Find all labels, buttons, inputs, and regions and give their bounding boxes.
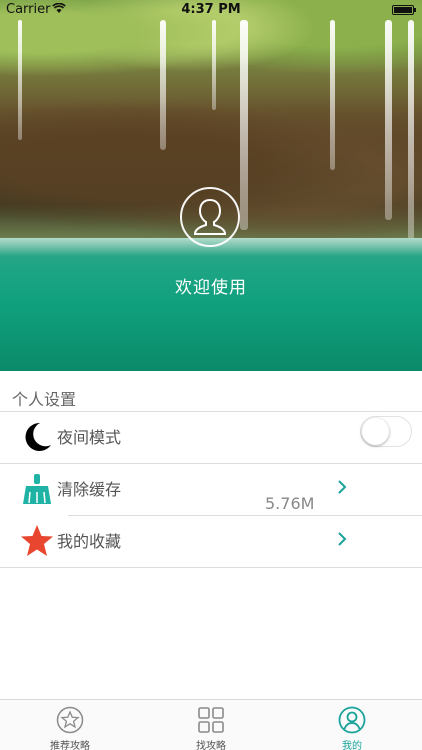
header-background-image: 欢迎使用 [0, 0, 422, 371]
tab-label: 找攻略 [196, 741, 226, 750]
tab-recommended-guides[interactable]: 推荐攻略 [0, 700, 140, 750]
tab-find-guides[interactable]: 找攻略 [141, 700, 281, 750]
toggle-knob [362, 418, 389, 445]
tab-mine[interactable]: 我的 [282, 700, 422, 750]
settings-row-label: 夜间模式 [57, 428, 122, 447]
tab-bar: 推荐攻略 找攻略 我的 [0, 699, 422, 750]
chevron-right-icon [338, 532, 347, 546]
broom-icon [23, 474, 51, 504]
status-time: 4:37 PM [181, 2, 241, 17]
chevron-right-icon [338, 480, 347, 494]
section-title: 个人设置 [12, 390, 77, 409]
user-avatar-icon [193, 198, 227, 235]
tab-label: 推荐攻略 [50, 741, 90, 750]
user-avatar[interactable] [180, 187, 240, 247]
battery-icon [392, 5, 416, 15]
status-bar: Carrier 4:37 PM [0, 0, 422, 20]
grid-icon [198, 707, 224, 733]
night-mode-toggle[interactable] [360, 416, 412, 447]
moon-icon [25, 422, 51, 451]
user-circle-icon [338, 706, 366, 734]
star-icon [21, 525, 53, 556]
welcome-text: 欢迎使用 [175, 278, 247, 298]
app-screen: 欢迎使用 Carrier 4:37 PM 个人设置 夜间模式 清除缓存 5.76… [0, 0, 422, 750]
settings-row-clear-cache[interactable]: 清除缓存 [0, 463, 422, 515]
star-circle-icon [56, 706, 84, 734]
divider [0, 567, 422, 568]
settings-row-night-mode[interactable]: 夜间模式 [0, 411, 422, 463]
settings-row-label: 我的收藏 [57, 532, 122, 551]
tab-label: 我的 [342, 741, 362, 750]
settings-row-label: 清除缓存 [57, 480, 122, 499]
settings-row-favorites[interactable]: 我的收藏 [0, 515, 422, 567]
cache-size-value: 5.76M [265, 494, 315, 513]
